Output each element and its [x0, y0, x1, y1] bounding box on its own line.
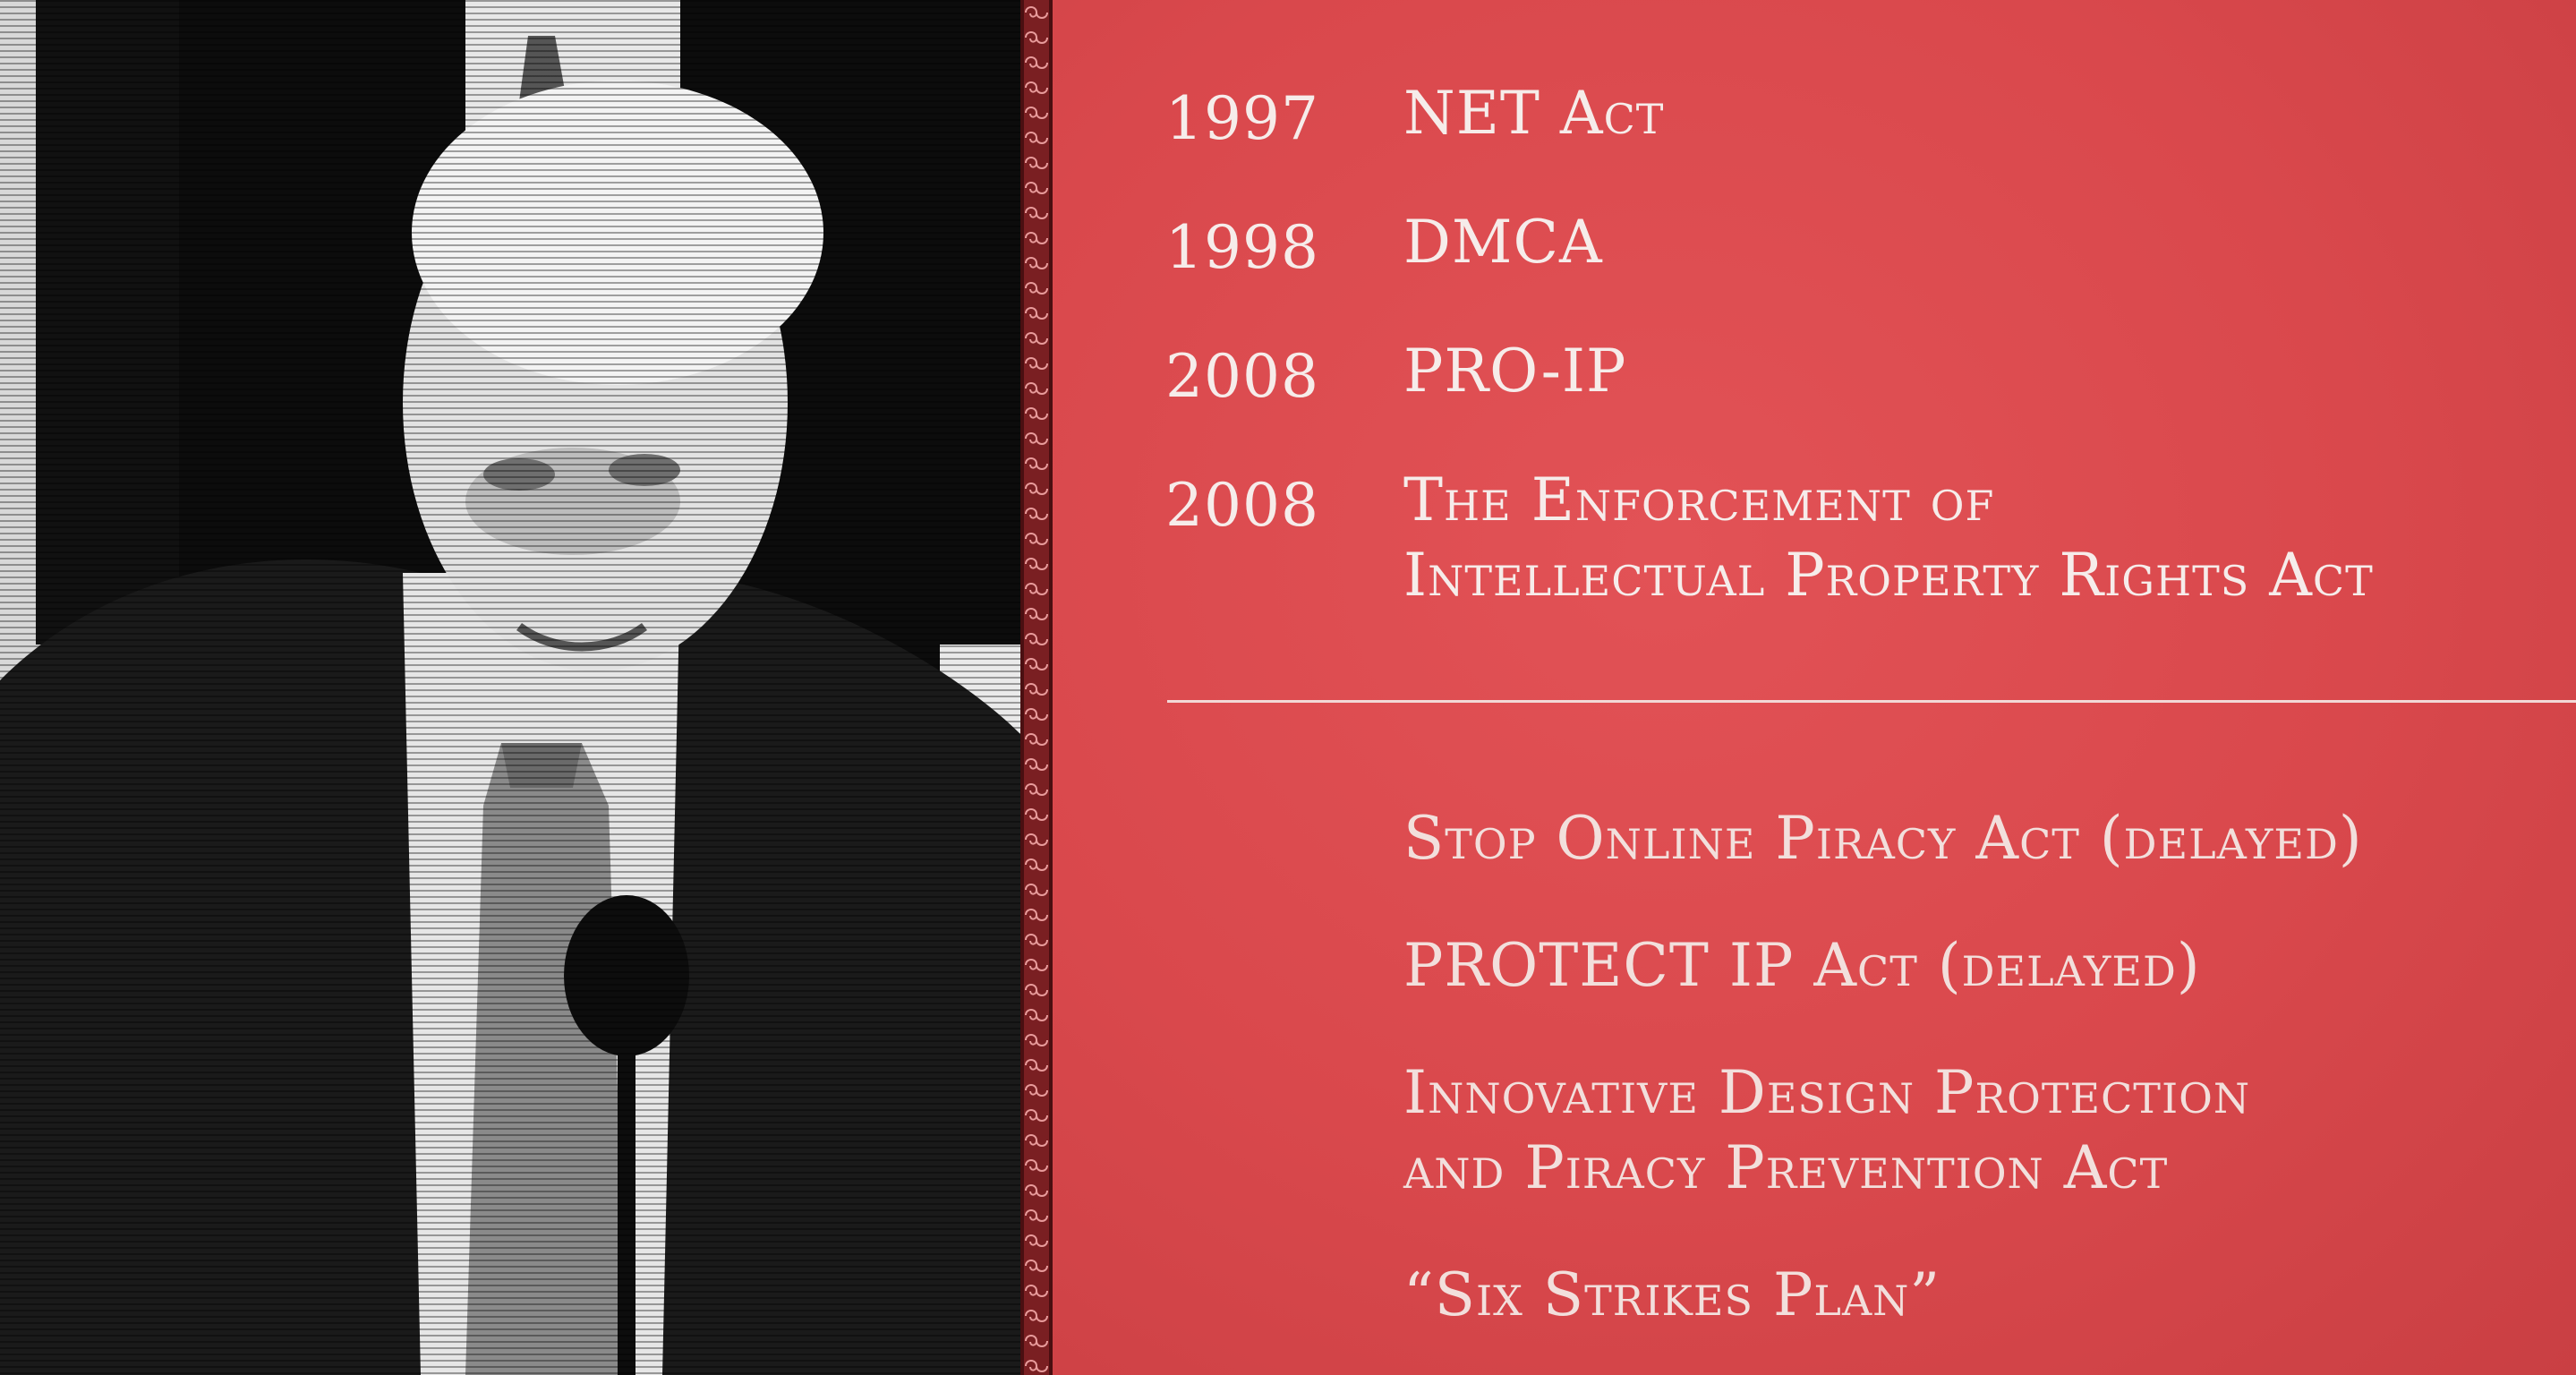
section-divider	[1167, 700, 2576, 703]
year-2008-enforcement: 2008	[1165, 471, 1319, 540]
year-1997: 1997	[1165, 84, 1319, 153]
proposed-protect-ip: PROTECT IP Act (delayed)	[1403, 931, 2201, 1000]
proposed-idppa-line1: Innovative Design Protection	[1403, 1058, 2251, 1127]
scroll-pattern-icon	[1020, 0, 1053, 1375]
year-1998: 1998	[1165, 213, 1319, 282]
act-title-enforcement-line1: The Enforcement of	[1403, 465, 1995, 534]
act-title-enforcement-line2: Intellectual Property Rights Act	[1403, 541, 2374, 610]
act-title-dmca: DMCA	[1403, 208, 1603, 277]
year-2008-pro-ip: 2008	[1165, 342, 1319, 411]
act-title-net: NET Act	[1403, 79, 1665, 148]
ornamental-border	[1020, 0, 1053, 1375]
video-frame: 1997 NET Act 1998 DMCA 2008 PRO-IP 2008 …	[0, 0, 2576, 1375]
proposed-sopa: Stop Online Piracy Act (delayed)	[1403, 804, 2363, 873]
act-title-pro-ip: PRO-IP	[1403, 337, 1627, 406]
proposed-six-strikes: “Six Strikes Plan”	[1403, 1260, 1941, 1329]
speaker-photo	[0, 0, 1020, 1375]
speaker-photo-illustration	[0, 0, 1020, 1375]
proposed-idppa-line2: and Piracy Prevention Act	[1403, 1133, 2169, 1202]
